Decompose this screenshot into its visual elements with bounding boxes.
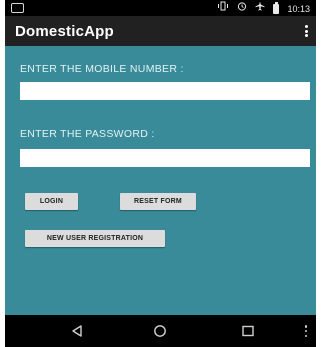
battery-icon	[273, 1, 280, 14]
status-bar: 10:13	[5, 0, 316, 16]
more-vertical-icon[interactable]	[304, 325, 308, 337]
phone-screen: 10:13 DomesticApp ENTER THE MOBILE NUMBE…	[5, 0, 316, 347]
vibrate-icon	[217, 1, 229, 16]
mobile-number-label: ENTER THE MOBILE NUMBER :	[20, 63, 184, 75]
airplane-mode-icon	[255, 1, 265, 16]
status-time: 10:13	[287, 3, 310, 14]
notification-icon	[11, 3, 24, 13]
recents-icon[interactable]	[240, 323, 256, 339]
login-button[interactable]: LOGIN	[25, 193, 78, 210]
new-user-registration-button[interactable]: NEW USER REGISTRATION	[25, 230, 165, 247]
status-icons: 10:13	[217, 1, 310, 16]
mobile-number-input[interactable]	[20, 82, 310, 100]
home-icon[interactable]	[152, 323, 168, 339]
navigation-bar	[5, 315, 316, 347]
back-icon[interactable]	[69, 323, 85, 339]
password-label: ENTER THE PASSWORD :	[20, 128, 155, 140]
alarm-icon	[237, 1, 247, 16]
more-vertical-icon[interactable]	[304, 25, 308, 37]
reset-form-button[interactable]: RESET FORM	[120, 193, 196, 210]
login-form: ENTER THE MOBILE NUMBER : ENTER THE PASS…	[5, 46, 316, 315]
app-bar: DomesticApp	[5, 16, 316, 46]
password-input[interactable]	[20, 149, 310, 167]
app-title: DomesticApp	[15, 23, 114, 40]
